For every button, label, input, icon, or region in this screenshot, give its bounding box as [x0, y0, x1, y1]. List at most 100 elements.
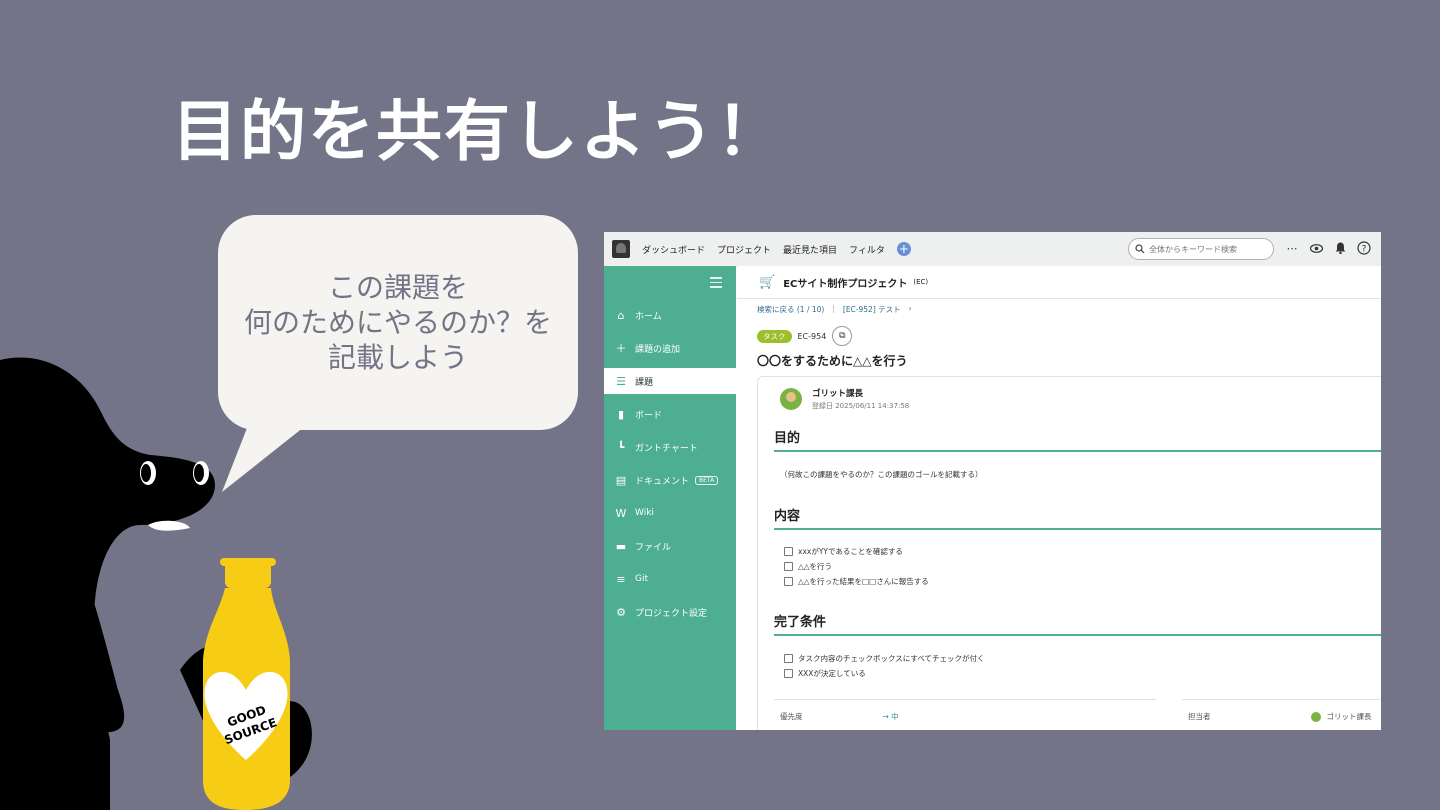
slide-title: 目的を共有しよう！ [172, 93, 784, 170]
search-box[interactable] [1128, 238, 1274, 260]
home-icon: ⌂ [617, 308, 625, 322]
svg-text:?: ? [1362, 245, 1367, 255]
parent-issue-link[interactable]: [EC-952] テスト [843, 304, 901, 315]
checkbox-label: タスク内容のチェックボックスにすべてチェックが付く [798, 654, 985, 663]
issue-meta: タスク EC-954 ⧉ [757, 326, 853, 346]
board-icon: ▮ [617, 407, 625, 421]
priority-value[interactable]: → 中 [883, 711, 899, 722]
project-name[interactable]: ECサイト制作プロジェクト [783, 275, 907, 290]
sidebar-item-add-issue[interactable]: ＋ 課題の追加 [604, 335, 736, 361]
app-logo-icon[interactable] [612, 240, 630, 258]
file-icon: ▬ [615, 539, 627, 553]
bubble-line-3: 記載しよう [327, 341, 468, 374]
sidebar-item-git[interactable]: ≡ Git [604, 566, 736, 592]
sidebar-item-label: ガントチャート [635, 443, 698, 454]
registration-date: 登録日 2025/06/11 14:37:58 [812, 402, 910, 410]
done-heading: 完了条件 [774, 611, 1381, 636]
author-info: ゴリット課長 登録日 2025/06/11 14:37:58 [780, 387, 909, 411]
bubble-line-2: 何のためにやるのか？を [243, 306, 552, 339]
mascot-illustration: GOOD SOURCE [0, 357, 312, 810]
sidebar-item-label: 課題の追加 [635, 344, 681, 355]
issue-key: EC-954 [797, 331, 827, 341]
sidebar-item-label: プロジェクト設定 [635, 608, 708, 619]
git-icon: ≡ [616, 572, 626, 586]
search-input[interactable] [1149, 244, 1259, 254]
breadcrumb-separator: | [832, 304, 835, 313]
add-button[interactable]: + [896, 242, 911, 256]
assignee-label: 担当者 [1188, 712, 1211, 721]
nav-recent[interactable]: 最近見た項目 [783, 243, 837, 256]
issue-type-badge: タスク [757, 329, 792, 343]
top-navbar: ダッシュボード プロジェクト 最近見た項目 フィルタ + ⋯ ? [604, 232, 1381, 267]
content-checkbox-item[interactable]: xxxがYYであることを確認する [784, 546, 903, 557]
sidebar-item-label: ボード [635, 410, 663, 421]
wiki-icon: W [615, 506, 627, 520]
sidebar-item-label: ファイル [635, 542, 672, 553]
help-icon[interactable]: ? [1356, 240, 1372, 256]
avatar[interactable] [780, 388, 802, 410]
checkbox[interactable] [784, 654, 793, 663]
nav-dashboard[interactable]: ダッシュボード [642, 243, 705, 256]
search-icon [1135, 244, 1145, 254]
issue-title: 〇〇をするために△△を行う [757, 354, 908, 368]
sidebar-item-label: ドキュメント [635, 476, 690, 487]
checkbox-label: △△を行う [798, 562, 833, 571]
purpose-heading: 目的 [774, 427, 1381, 452]
author-name: ゴリット課長 [812, 389, 864, 399]
content-checkbox-item[interactable]: △△を行った結果を□□さんに報告する [784, 576, 929, 587]
assignee-field: 担当者 ゴリット課長 [1188, 711, 1372, 722]
bell-icon[interactable] [1332, 240, 1348, 256]
watch-icon[interactable] [1308, 240, 1324, 256]
checkbox-label: XXXが決定している [798, 669, 866, 678]
issue-description-card: ゴリット課長 登録日 2025/06/11 14:37:58 目的 （何故この課… [757, 376, 1381, 730]
sidebar-item-wiki[interactable]: W Wiki [604, 500, 736, 526]
copy-icon[interactable]: ⧉ [832, 326, 853, 346]
priority-field: 優先度 → 中 [780, 711, 899, 722]
sidebar-item-files[interactable]: ▬ ファイル [604, 533, 736, 559]
cart-icon: 🛒 [759, 274, 776, 290]
sidebar-item-gantt[interactable]: ┗ ガントチャート [604, 434, 736, 460]
field-divider [1182, 699, 1381, 700]
main-content: 🛒 ECサイト制作プロジェクト (EC) 検索に戻る (1 / 10) | [E… [737, 266, 1381, 730]
content-checkbox-item[interactable]: △△を行う [784, 561, 832, 572]
sidebar-item-home[interactable]: ⌂ ホーム [604, 302, 736, 328]
done-checkbox-item[interactable]: XXXが決定している [784, 668, 866, 679]
checkbox[interactable] [784, 577, 793, 586]
checkbox-label: △△を行った結果を□□さんに報告する [798, 577, 929, 586]
project-header: 🛒 ECサイト制作プロジェクト (EC) [737, 266, 1381, 299]
sidebar-item-project-settings[interactable]: ⚙ プロジェクト設定 [604, 599, 736, 625]
sidebar-item-label: 課題 [635, 377, 654, 388]
field-divider [774, 699, 1156, 700]
sidebar-item-label: ホーム [635, 311, 662, 322]
sidebar-item-issues[interactable]: ☰ 課題 [604, 368, 737, 394]
nav-filter[interactable]: フィルタ [849, 243, 885, 256]
assignee-value[interactable]: ゴリット課長 [1327, 711, 1372, 722]
breadcrumb: 検索に戻る (1 / 10) | [EC-952] テスト › [757, 304, 912, 315]
priority-label: 優先度 [780, 712, 803, 721]
app-screenshot: ダッシュボード プロジェクト 最近見た項目 フィルタ + ⋯ ? [604, 232, 1381, 730]
chevron-right-icon: › [908, 304, 912, 313]
top-icon-group: ⋯ ? [1284, 240, 1372, 256]
content-heading: 内容 [774, 505, 1381, 530]
more-icon[interactable]: ⋯ [1284, 240, 1300, 256]
purpose-text: （何故この課題をやるのか？この課題のゴールを記載する） [780, 470, 983, 479]
beta-badge: BETA [695, 475, 719, 485]
checkbox[interactable] [784, 669, 793, 678]
checkbox[interactable] [784, 547, 793, 556]
sidebar-item-label: Wiki [635, 508, 654, 518]
sidebar-item-document[interactable]: ▤ ドキュメント BETA [604, 467, 736, 493]
list-icon: ☰ [616, 374, 626, 388]
checkbox[interactable] [784, 562, 793, 571]
document-icon: ▤ [615, 473, 627, 487]
gear-icon: ⚙ [616, 605, 626, 619]
bubble-line-1: この課題を [327, 271, 468, 304]
sidebar-item-board[interactable]: ▮ ボード [604, 401, 736, 427]
back-to-search-link[interactable]: 検索に戻る (1 / 10) [757, 304, 824, 315]
project-key: (EC) [913, 278, 929, 286]
nav-projects[interactable]: プロジェクト [717, 243, 771, 256]
avatar [1310, 711, 1321, 722]
gantt-icon: ┗ [617, 440, 625, 454]
checkbox-label: xxxがYYであることを確認する [798, 547, 903, 556]
hamburger-menu-icon[interactable] [710, 277, 722, 291]
done-checkbox-item[interactable]: タスク内容のチェックボックスにすべてチェックが付く [784, 653, 985, 664]
